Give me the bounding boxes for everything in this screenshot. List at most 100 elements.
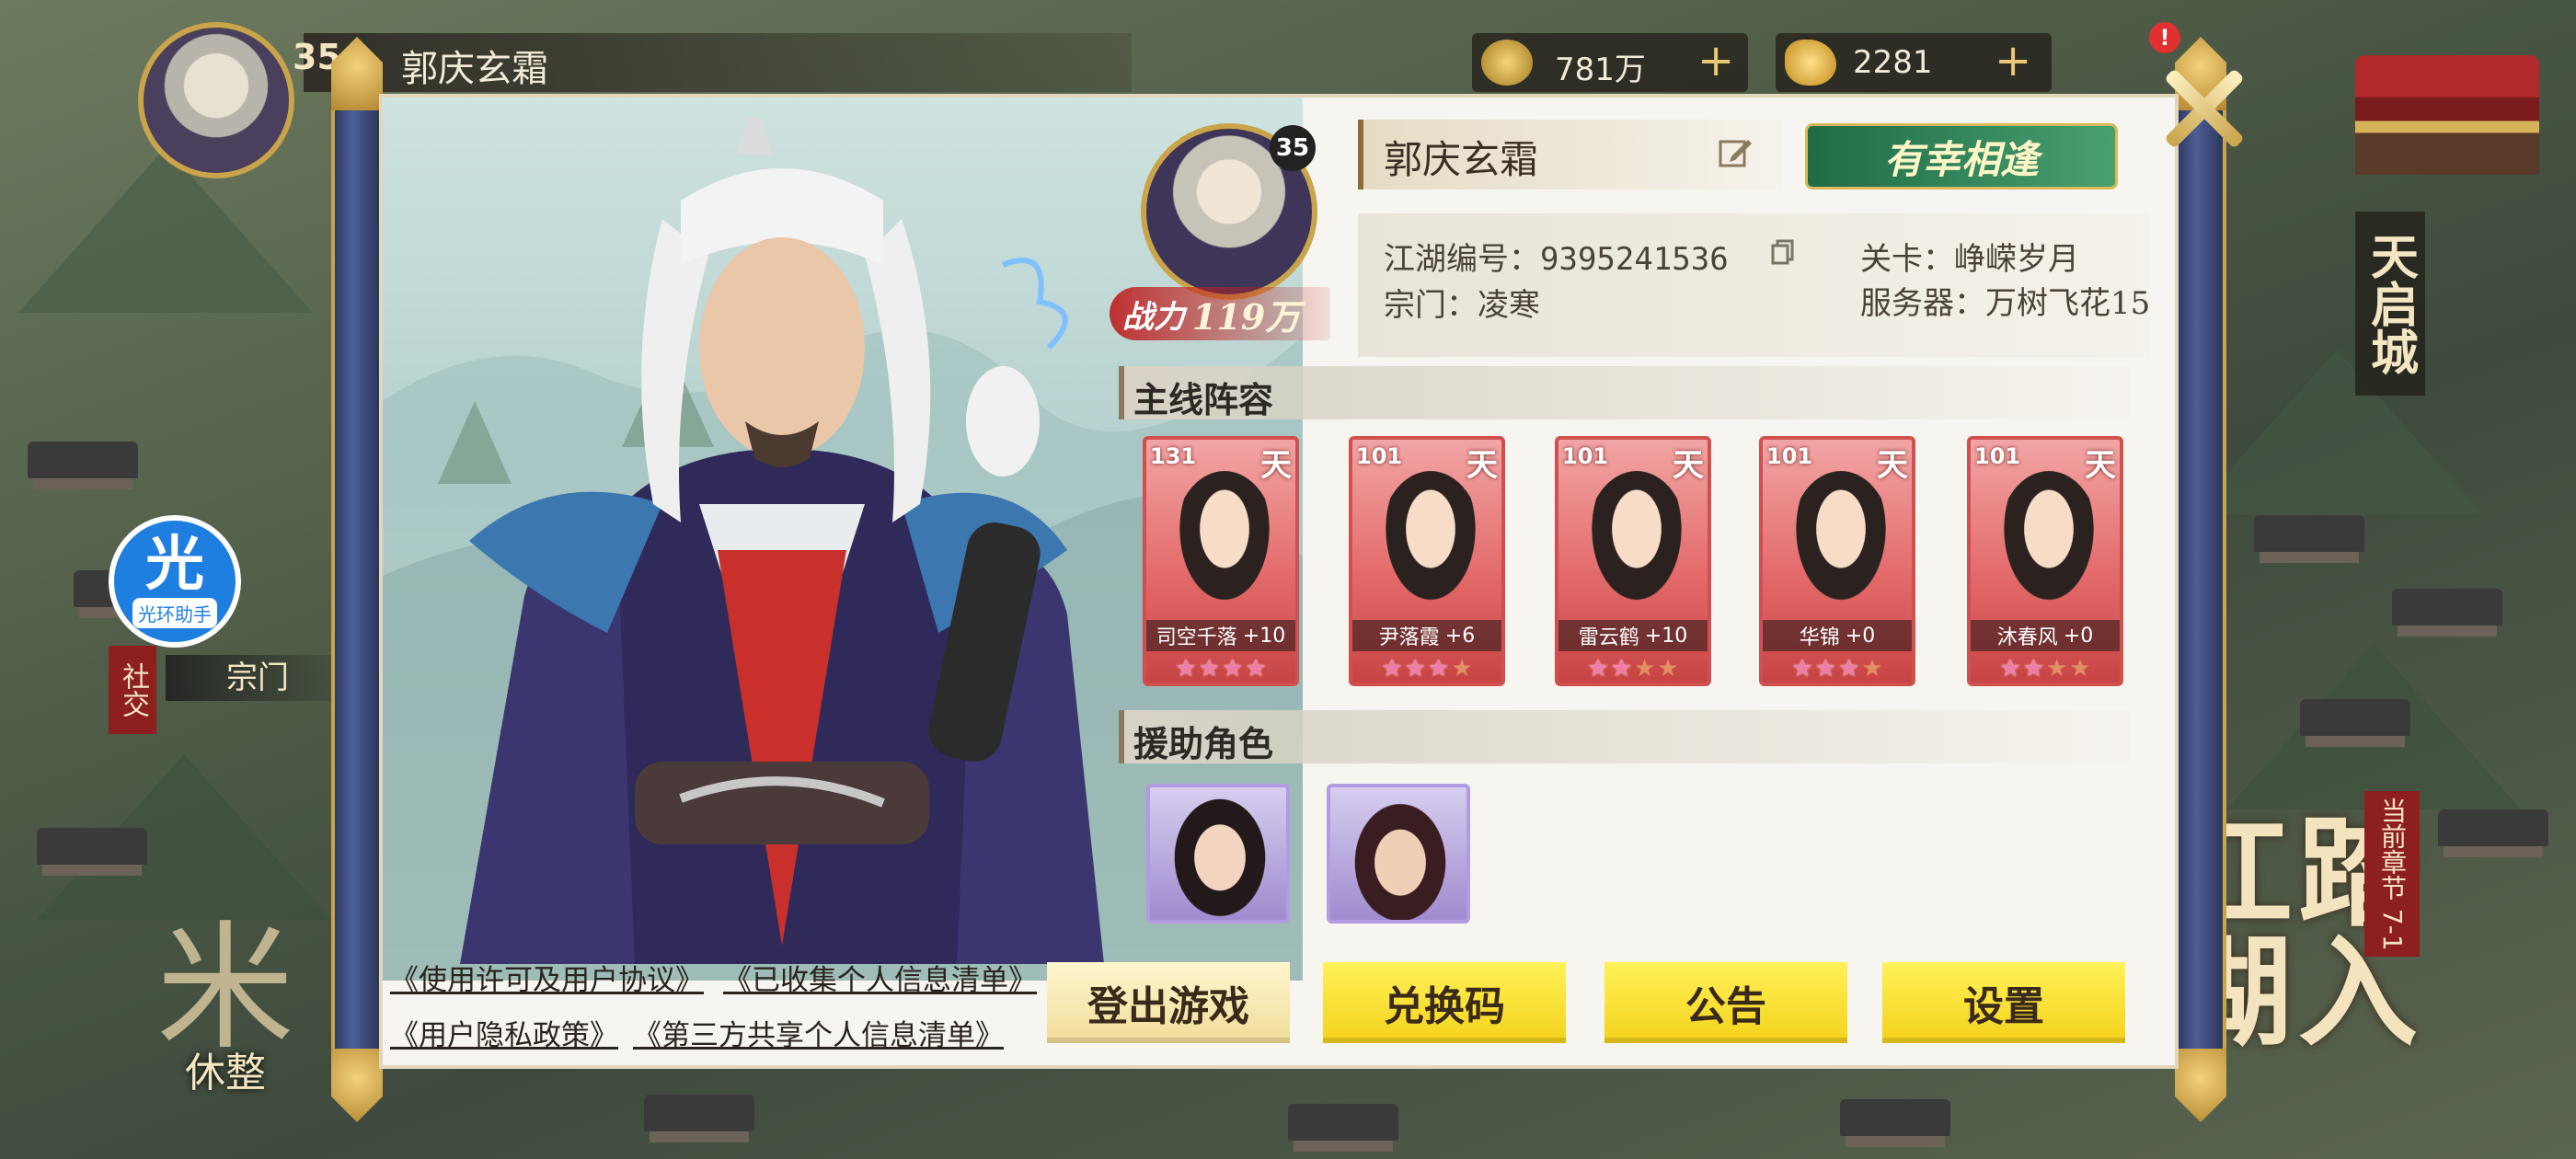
notification-badge[interactable]: ! <box>2149 22 2180 53</box>
privacy-policy-link[interactable]: 《用户隐私政策》 <box>390 1012 618 1053</box>
star-filled-icon: ★ <box>1175 655 1197 683</box>
player-id-line: 江湖编号：9395241536 <box>1384 234 1729 279</box>
player-id-value: 9395241536 <box>1540 241 1729 278</box>
star-filled-icon: ★ <box>1198 655 1220 683</box>
chapter-tag: 当前章节 7-1 <box>2364 791 2420 957</box>
hero-name: 华锦 <box>1799 626 1840 649</box>
add-silver-button[interactable]: + <box>1697 35 1734 86</box>
hero-name-bar: 雷云鹤 +10 <box>1558 620 1708 651</box>
license-agreement-link[interactable]: 《使用许可及用户协议》 <box>390 957 704 998</box>
star-filled-icon: ★ <box>1838 655 1860 683</box>
hero-star-rating: ★ ★ ★ ★ <box>1352 653 1501 683</box>
player-stage-value: 峥嵘岁月 <box>1954 241 2079 278</box>
hero-name: 雷云鹤 <box>1578 626 1639 649</box>
announcement-button[interactable]: 公告 <box>1604 962 1847 1043</box>
star-empty-icon: ★ <box>1634 655 1656 683</box>
scroll-rod-left <box>331 74 383 1085</box>
player-server-value: 万树飞花15 <box>1985 285 2151 322</box>
rest-icon: 米 <box>155 909 294 1069</box>
support-hero-portrait <box>1351 798 1450 920</box>
hero-name-bar: 华锦 +0 <box>1763 620 1912 651</box>
hero-star-rating: ★ ★ ★ ★ <box>1558 653 1708 683</box>
hero-star-rating: ★ ★ ★ ★ <box>1146 653 1295 683</box>
lineup-hero-card[interactable]: 131 天司空千落 +10 ★ ★ ★ ★ <box>1143 436 1299 686</box>
close-icon[interactable] <box>2160 64 2247 151</box>
lineup-hero-card[interactable]: 101 天雷云鹤 +10 ★ ★ ★ ★ <box>1555 436 1711 686</box>
hero-name: 尹落霞 <box>1378 626 1440 649</box>
star-filled-icon: ★ <box>1404 655 1426 683</box>
hud-avatar[interactable] <box>138 22 294 178</box>
hero-portrait <box>1380 471 1481 609</box>
player-stage-line: 关卡：峥嵘岁月 <box>1860 234 2079 279</box>
star-filled-icon: ★ <box>1814 655 1836 683</box>
hero-bonus: +10 <box>1242 624 1286 648</box>
hero-grade-glyph: 天 <box>1260 447 1292 484</box>
hero-name-bar: 司空千落 +10 <box>1146 620 1295 651</box>
edit-name-icon[interactable] <box>1717 134 1754 171</box>
player-sect-line: 宗门：凌寒 <box>1384 280 1540 325</box>
hero-level: 131 <box>1150 443 1197 469</box>
copy-id-icon[interactable] <box>1770 239 1796 265</box>
add-gold-button[interactable]: + <box>1995 35 2031 86</box>
hero-portrait <box>1790 471 1892 609</box>
star-filled-icon: ★ <box>1222 655 1244 683</box>
rest-button[interactable]: 米 休整 <box>147 920 304 1122</box>
hero-name: 司空千落 <box>1156 626 1237 649</box>
lineup-hero-card[interactable]: 101 天沐春风 +0 ★ ★ ★ ★ <box>1967 436 2123 686</box>
hero-bonus: +0 <box>1845 624 1876 648</box>
support-hero-card[interactable] <box>1146 784 1290 924</box>
collected-info-link[interactable]: 《已收集个人信息清单》 <box>723 957 1037 998</box>
lineup-hero-card[interactable]: 101 天尹落霞 +6 ★ ★ ★ ★ <box>1349 436 1505 686</box>
hero-portrait <box>1586 471 1687 609</box>
support-hero-card[interactable] <box>1327 784 1470 924</box>
player-stage-label: 关卡： <box>1860 241 1954 278</box>
third-party-info-link[interactable]: 《第三方共享个人信息清单》 <box>633 1012 1004 1053</box>
lineup-hero-card[interactable]: 101 天华锦 +0 ★ ★ ★ ★ <box>1759 436 1915 686</box>
helper-label: 光环助手 <box>132 597 217 628</box>
profile-level-badge: 35 <box>1270 125 1316 171</box>
star-filled-icon: ★ <box>1587 655 1609 683</box>
hero-grade-glyph: 天 <box>2085 447 2116 484</box>
helper-assistant-button[interactable]: 光 光环助手 <box>109 515 241 648</box>
star-filled-icon: ★ <box>1428 655 1450 683</box>
player-server-line: 服务器：万树飞花15 <box>1860 278 2150 323</box>
title-badge[interactable]: 有幸相逢 <box>1805 123 2118 189</box>
character-portrait <box>460 118 1104 964</box>
power-label: 战力 <box>1122 298 1185 336</box>
star-filled-icon: ★ <box>2022 655 2044 683</box>
support-hero-portrait <box>1170 798 1270 920</box>
scroll-rod-right <box>2175 74 2226 1085</box>
player-sect-value: 凌寒 <box>1478 287 1540 324</box>
player-sect-label: 宗门： <box>1384 287 1478 324</box>
hero-bonus: +0 <box>2063 624 2094 648</box>
lineup-section-title: 主线阵容 <box>1133 379 1274 420</box>
settings-button[interactable]: 设置 <box>1882 962 2125 1043</box>
hero-name-bar: 沐春风 +0 <box>1971 620 2120 651</box>
gold-ingot-icon <box>1785 40 1836 86</box>
star-filled-icon: ★ <box>1610 655 1632 683</box>
star-filled-icon: ★ <box>1245 655 1267 683</box>
hero-grade-glyph: 天 <box>1466 447 1498 484</box>
hero-star-rating: ★ ★ ★ ★ <box>1971 653 2120 683</box>
hero-level: 101 <box>1562 443 1609 469</box>
silver-coin-icon <box>1481 40 1533 86</box>
hero-grade-glyph: 天 <box>1877 447 1908 484</box>
sect-button[interactable]: 宗门 <box>166 655 350 701</box>
star-filled-icon: ★ <box>1381 655 1403 683</box>
logout-button[interactable]: 登出游戏 <box>1047 962 1290 1043</box>
city-building-icon[interactable] <box>2355 55 2539 175</box>
star-empty-icon: ★ <box>2046 655 2068 683</box>
redeem-code-button[interactable]: 兑换码 <box>1323 962 1566 1043</box>
city-label[interactable]: 天启城 <box>2355 212 2425 396</box>
hero-bonus: +10 <box>1644 624 1688 648</box>
hero-name: 沐春风 <box>1996 626 2058 649</box>
star-empty-icon: ★ <box>1657 655 1679 683</box>
profile-player-name: 郭庆玄霜 <box>1384 137 1539 182</box>
star-empty-icon: ★ <box>1451 655 1473 683</box>
star-empty-icon: ★ <box>1861 655 1883 683</box>
star-filled-icon: ★ <box>1791 655 1813 683</box>
social-tab[interactable]: 社交 <box>109 646 156 734</box>
gold-amount: 2281 <box>1853 44 1933 81</box>
hero-level: 101 <box>1974 443 2021 469</box>
star-empty-icon: ★ <box>2069 655 2091 683</box>
